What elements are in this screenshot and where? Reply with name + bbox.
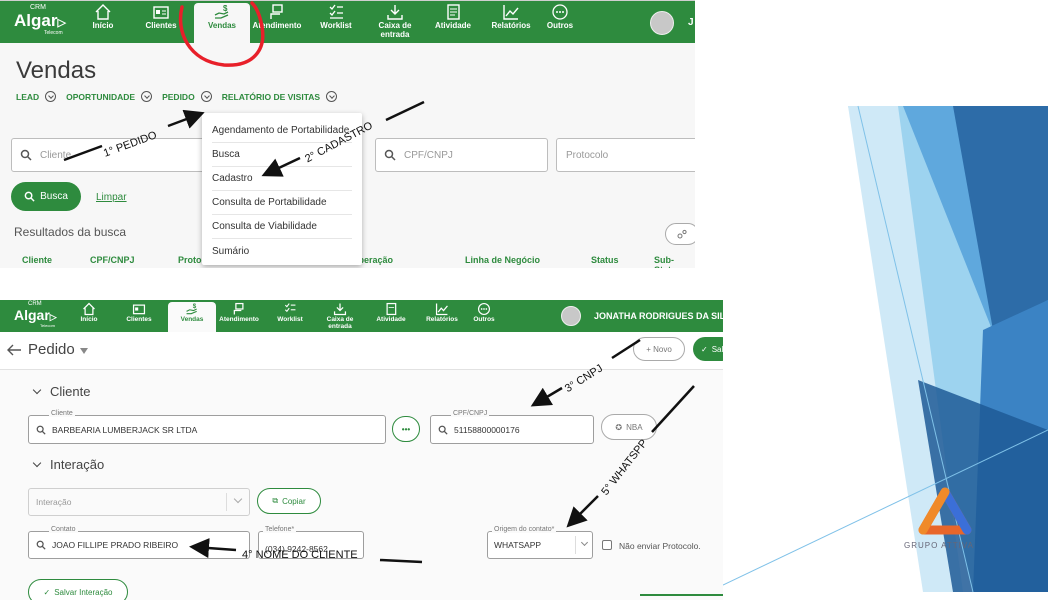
arrow-2-tail — [385, 100, 425, 122]
arrow-4-head — [189, 538, 237, 559]
grupo-attiva-text: GRUPO ATTIVA — [904, 541, 974, 550]
arrow-3-head — [530, 386, 563, 407]
annotation-arrows — [63, 100, 695, 564]
slide-background-art — [723, 105, 1048, 593]
arrow-3-tail — [611, 338, 641, 360]
arrow-1-tail — [63, 144, 103, 162]
composite-screenshot: CRM Algar▷ Telecom Início Clientes $ Ven… — [0, 0, 1048, 600]
arrow-1 — [167, 109, 205, 129]
arrow-5-head — [566, 495, 599, 528]
annotation-4-nome-cliente: 4° NOME DO CLIENTE — [242, 549, 358, 561]
arrow-4-tail — [379, 558, 423, 564]
arrow-5-tail — [651, 385, 695, 433]
arrow-2-head — [261, 156, 301, 177]
